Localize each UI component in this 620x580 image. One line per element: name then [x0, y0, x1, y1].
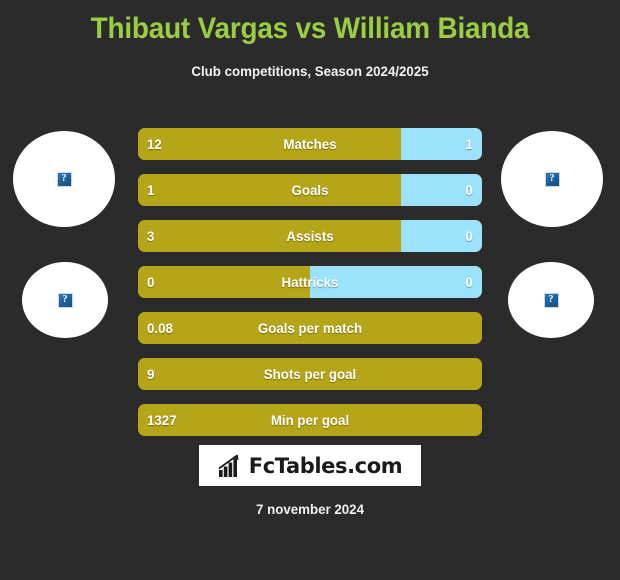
fctables-logo[interactable]: FcTables.com — [199, 445, 421, 486]
stat-bar-row: 1 Goals 0 — [138, 174, 482, 206]
comparison-infographic: Thibaut Vargas vs William Bianda Club co… — [0, 0, 620, 580]
page-title: Thibaut Vargas vs William Bianda — [90, 12, 530, 45]
left-player-photo-secondary: ? — [22, 262, 108, 338]
stat-bar-row: 0.08 Goals per match — [138, 312, 482, 344]
footer-date: 7 november 2024 — [256, 501, 364, 517]
broken-image-icon: ? — [56, 171, 72, 187]
stat-bar-fill-left — [138, 266, 310, 298]
stat-bar-fill-left — [138, 312, 482, 344]
right-player-photo-primary: ? — [501, 131, 603, 227]
stat-bar-fill-right — [401, 220, 482, 252]
stat-bar-fill-left — [138, 404, 482, 436]
stat-bar-row: 1327 Min per goal — [138, 404, 482, 436]
stat-bar-row: 9 Shots per goal — [138, 358, 482, 390]
stat-bar-list: 12 Matches 1 1 Goals 0 3 Assists 0 0 Hattricks 0 0.0… — [138, 128, 482, 450]
stat-bar-fill-right — [310, 266, 482, 298]
broken-image-icon: ? — [543, 292, 559, 308]
stat-bar-fill-left — [138, 220, 402, 252]
stat-bar-fill-right — [401, 128, 482, 160]
stat-bar-row: 3 Assists 0 — [138, 220, 482, 252]
stat-bar-fill-right — [401, 174, 482, 206]
stat-bar-fill-left — [138, 174, 402, 206]
fctables-logo-text: FcTables.com — [248, 453, 403, 478]
stat-bar-row: 0 Hattricks 0 — [138, 266, 482, 298]
page-subtitle: Club competitions, Season 2024/2025 — [191, 63, 429, 79]
left-player-photo-primary: ? — [13, 131, 115, 227]
right-player-photo-secondary: ? — [508, 262, 594, 338]
broken-image-icon: ? — [57, 292, 73, 308]
bar-chart-arrow-icon — [218, 454, 239, 477]
broken-image-icon: ? — [544, 171, 560, 187]
stat-bar-fill-left — [138, 128, 402, 160]
stat-bar-row: 12 Matches 1 — [138, 128, 482, 160]
stat-bar-fill-left — [138, 358, 482, 390]
